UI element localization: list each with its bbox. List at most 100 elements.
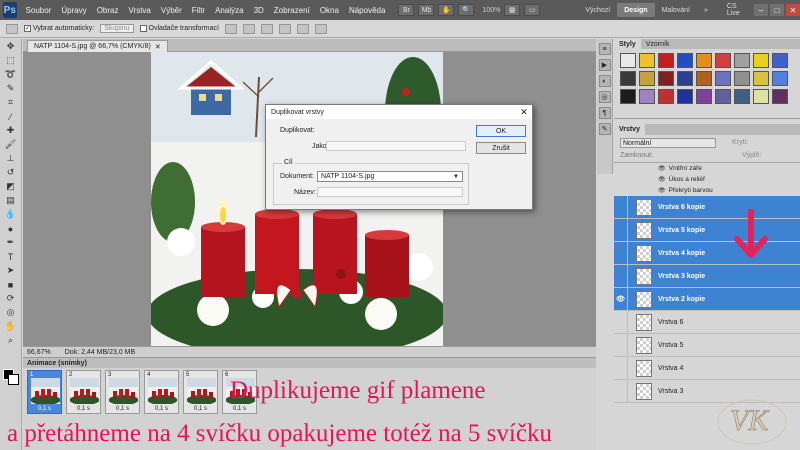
style-swatch[interactable] — [658, 53, 674, 68]
screen-mode-icon[interactable]: ▭ — [524, 4, 541, 16]
type-tool-icon[interactable]: T — [1, 250, 21, 263]
auto-select-dropdown[interactable]: Skupinu — [100, 24, 134, 33]
close-icon[interactable]: ✕ — [786, 4, 800, 16]
layer-effect-item[interactable]: 👁 Vnitřní záře — [614, 163, 800, 174]
style-swatch[interactable] — [639, 89, 655, 104]
layer-effect-item[interactable]: 👁 Překrytí barvou — [614, 185, 800, 196]
hand-icon[interactable]: ✋ — [438, 4, 455, 16]
layer-visibility-toggle[interactable] — [614, 264, 628, 288]
mini-bridge-icon[interactable]: Mb — [418, 4, 435, 16]
layer-row[interactable]: Vrstva 5 kopie — [614, 218, 800, 242]
blur-tool-icon[interactable]: 💧 — [1, 208, 21, 221]
align-left-icon[interactable] — [278, 23, 291, 34]
layer-visibility-toggle[interactable] — [614, 241, 628, 265]
workspace-more-icon[interactable]: » — [697, 7, 715, 14]
style-swatch[interactable] — [620, 53, 636, 68]
maximize-icon[interactable]: □ — [770, 4, 784, 16]
move-tool-icon[interactable]: ✥ — [1, 40, 21, 53]
style-swatch[interactable] — [734, 53, 750, 68]
animation-frame[interactable]: 3 0,1 s — [105, 370, 140, 414]
animation-frame[interactable]: 1 0,1 s — [27, 370, 62, 414]
style-swatch[interactable] — [772, 71, 788, 86]
style-swatch[interactable] — [620, 89, 636, 104]
clone-stamp-icon[interactable]: ⊥ — [1, 152, 21, 165]
3d-rotate-icon[interactable]: ⟳ — [1, 292, 21, 305]
arrange-documents-icon[interactable]: ▦ — [504, 4, 521, 16]
document-select[interactable]: NATP 1104-S.jpg ▼ — [317, 171, 463, 182]
layer-row[interactable]: Vrstva 6 — [614, 310, 800, 334]
zoom-tool-icon[interactable]: 🔍 — [458, 4, 475, 16]
align-center-icon[interactable] — [296, 23, 309, 34]
layer-visibility-toggle[interactable] — [614, 379, 628, 403]
brush-tool-icon[interactable]: 🖌 — [1, 138, 21, 151]
layer-visibility-toggle[interactable] — [614, 333, 628, 357]
animation-frame[interactable]: 2 0,1 s — [66, 370, 101, 414]
layer-row[interactable]: Vrstva 4 kopie — [614, 241, 800, 265]
path-selection-icon[interactable]: ➤ — [1, 264, 21, 277]
menu-item-vrstva[interactable]: Vrstva — [123, 6, 155, 15]
style-swatch[interactable] — [696, 71, 712, 86]
crop-tool-icon[interactable]: ⌗ — [1, 96, 21, 109]
transform-controls-checkbox[interactable] — [139, 25, 147, 32]
app-zoom-level[interactable]: 100% — [482, 7, 500, 14]
layer-visibility-toggle[interactable] — [614, 218, 628, 242]
menu-item-analyza[interactable]: Analýza — [210, 6, 248, 15]
panel-icon-adjustments[interactable]: ◐ — [598, 75, 611, 87]
layer-visibility-toggle[interactable]: 👁 — [614, 287, 628, 311]
cancel-button[interactable]: Zrušit — [476, 142, 526, 154]
align-middle-icon[interactable] — [242, 23, 255, 34]
eyedropper-tool-icon[interactable]: ⁄ — [1, 110, 21, 123]
style-swatch[interactable] — [715, 89, 731, 104]
background-color-swatch[interactable] — [8, 374, 19, 385]
bridge-icon[interactable]: Br — [398, 4, 415, 16]
layer-visibility-toggle[interactable] — [614, 310, 628, 334]
align-bottom-icon[interactable] — [260, 23, 273, 34]
opacity-label[interactable]: Krytí: — [732, 139, 748, 146]
name-input[interactable] — [317, 187, 463, 197]
quick-select-tool-icon[interactable]: ✎ — [1, 82, 21, 95]
layer-row[interactable]: Vrstva 4 — [614, 356, 800, 380]
menu-item-vyber[interactable]: Výběr — [156, 6, 187, 15]
layer-row[interactable]: 👁 Vrstva 2 kopie — [614, 287, 800, 311]
tab-swatches[interactable]: Vzorník — [641, 39, 675, 49]
style-swatch[interactable] — [696, 53, 712, 68]
as-name-input[interactable] — [326, 141, 466, 151]
layer-effect-item[interactable]: 👁 Úkos a reliéf — [614, 174, 800, 185]
frame-delay[interactable]: 0,1 s — [106, 406, 139, 412]
layer-row[interactable]: Vrstva 3 kopie — [614, 264, 800, 288]
panel-icon-actions[interactable]: ▶ — [598, 59, 611, 71]
workspace-vychozi[interactable]: Výchozí — [578, 7, 617, 14]
style-swatch[interactable] — [639, 53, 655, 68]
workspace-malovani[interactable]: Malování — [655, 7, 697, 14]
style-swatch[interactable] — [677, 89, 693, 104]
3d-orbit-icon[interactable]: ◎ — [1, 306, 21, 319]
shape-tool-icon[interactable]: ■ — [1, 278, 21, 291]
eye-icon[interactable]: 👁 — [658, 165, 666, 172]
frame-delay[interactable]: 0,1 s — [145, 406, 178, 412]
style-swatch[interactable] — [753, 89, 769, 104]
eye-icon[interactable]: 👁 — [658, 176, 666, 183]
gradient-tool-icon[interactable]: ▤ — [1, 194, 21, 207]
tab-layers[interactable]: Vrstvy — [614, 124, 646, 135]
color-swatches[interactable] — [3, 369, 19, 385]
style-swatch[interactable] — [753, 71, 769, 86]
layer-row[interactable]: Vrstva 5 — [614, 333, 800, 357]
history-brush-icon[interactable]: ↺ — [1, 166, 21, 179]
blend-mode-select[interactable]: Normální — [620, 138, 716, 148]
align-top-icon[interactable] — [224, 23, 237, 34]
menu-item-okna[interactable]: Okna — [315, 6, 344, 15]
panel-icon-paragraph[interactable]: ¶ — [598, 107, 611, 119]
frame-delay[interactable]: 0,1 s — [67, 406, 100, 412]
menu-item-obraz[interactable]: Obraz — [92, 6, 124, 15]
style-swatch[interactable] — [715, 53, 731, 68]
panel-icon-masks[interactable]: ◎ — [598, 91, 611, 103]
style-swatch[interactable] — [753, 53, 769, 68]
style-swatch[interactable] — [696, 89, 712, 104]
move-tool-preset-icon[interactable] — [6, 23, 18, 34]
minimize-icon[interactable]: – — [754, 4, 768, 16]
style-swatch[interactable] — [658, 89, 674, 104]
menu-item-napoveda[interactable]: Nápověda — [344, 6, 390, 15]
style-swatch[interactable] — [734, 71, 750, 86]
menu-item-upravy[interactable]: Úpravy — [56, 6, 91, 15]
pen-tool-icon[interactable]: ✒ — [1, 236, 21, 249]
